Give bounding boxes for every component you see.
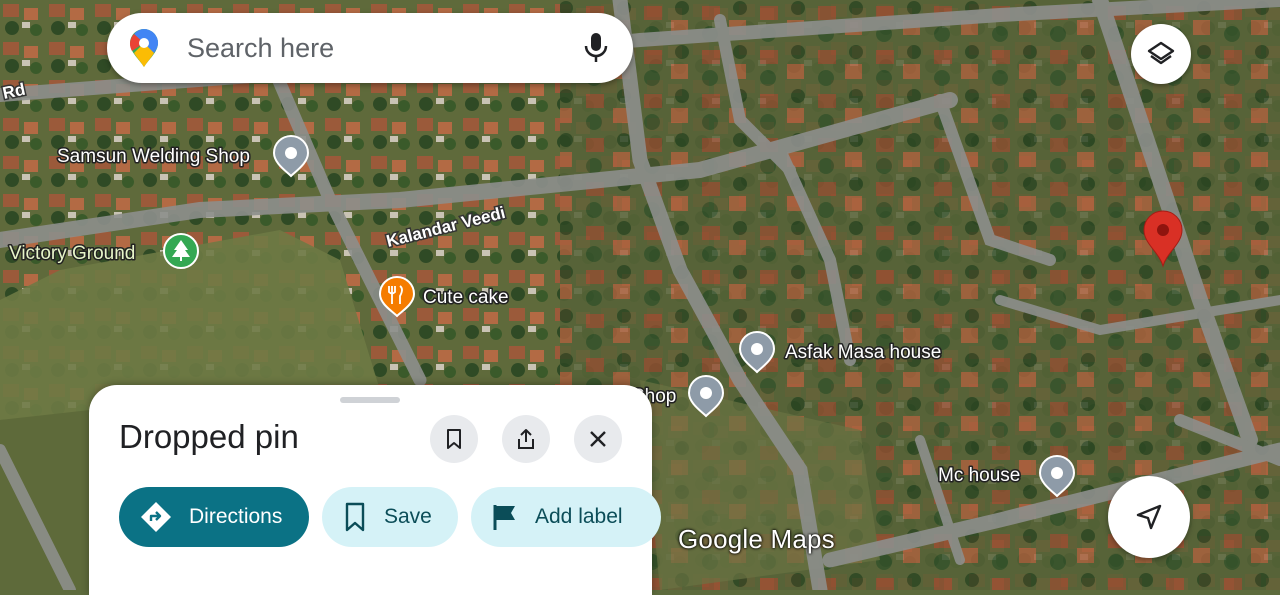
close-icon [590,431,606,447]
sheet-drag-handle[interactable] [340,397,400,403]
add-label-button[interactable]: Add label [471,487,661,547]
bookmark-button[interactable] [430,415,478,463]
bookmark-icon [447,429,461,449]
layers-icon [1147,41,1175,65]
svg-text:Cute cake: Cute cake [423,287,509,308]
dropped-pin-sheet: Dropped pin Directions Save Add label [89,385,661,595]
google-maps-watermark: Google Maps [678,524,835,554]
svg-text:Victory Ground: Victory Ground [9,243,135,264]
directions-button[interactable]: Directions [119,487,309,547]
add-label-text: Add label [535,505,623,528]
search-bar[interactable]: Search here [107,13,633,83]
directions-icon [141,502,171,532]
svg-text:Samsun Welding Shop: Samsun Welding Shop [57,146,250,167]
share-button[interactable] [502,415,550,463]
bookmark-icon [345,502,365,532]
park-tree-icon [163,233,199,269]
search-input[interactable]: Search here [187,33,583,64]
svg-text:Asfak Masa house: Asfak Masa house [785,342,941,363]
sheet-title: Dropped pin [119,418,299,455]
flag-icon [493,505,515,530]
share-icon [518,429,534,449]
navigation-button[interactable] [1108,476,1190,558]
svg-text:Mc house: Mc house [938,465,1020,486]
directions-label: Directions [189,505,283,528]
google-maps-pin-icon [130,29,158,67]
layers-button[interactable] [1131,24,1191,84]
save-button[interactable]: Save [322,487,458,547]
microphone-icon[interactable] [583,32,609,64]
close-button[interactable] [574,415,622,463]
save-label: Save [384,505,432,528]
navigation-arrow-icon [1136,504,1162,530]
